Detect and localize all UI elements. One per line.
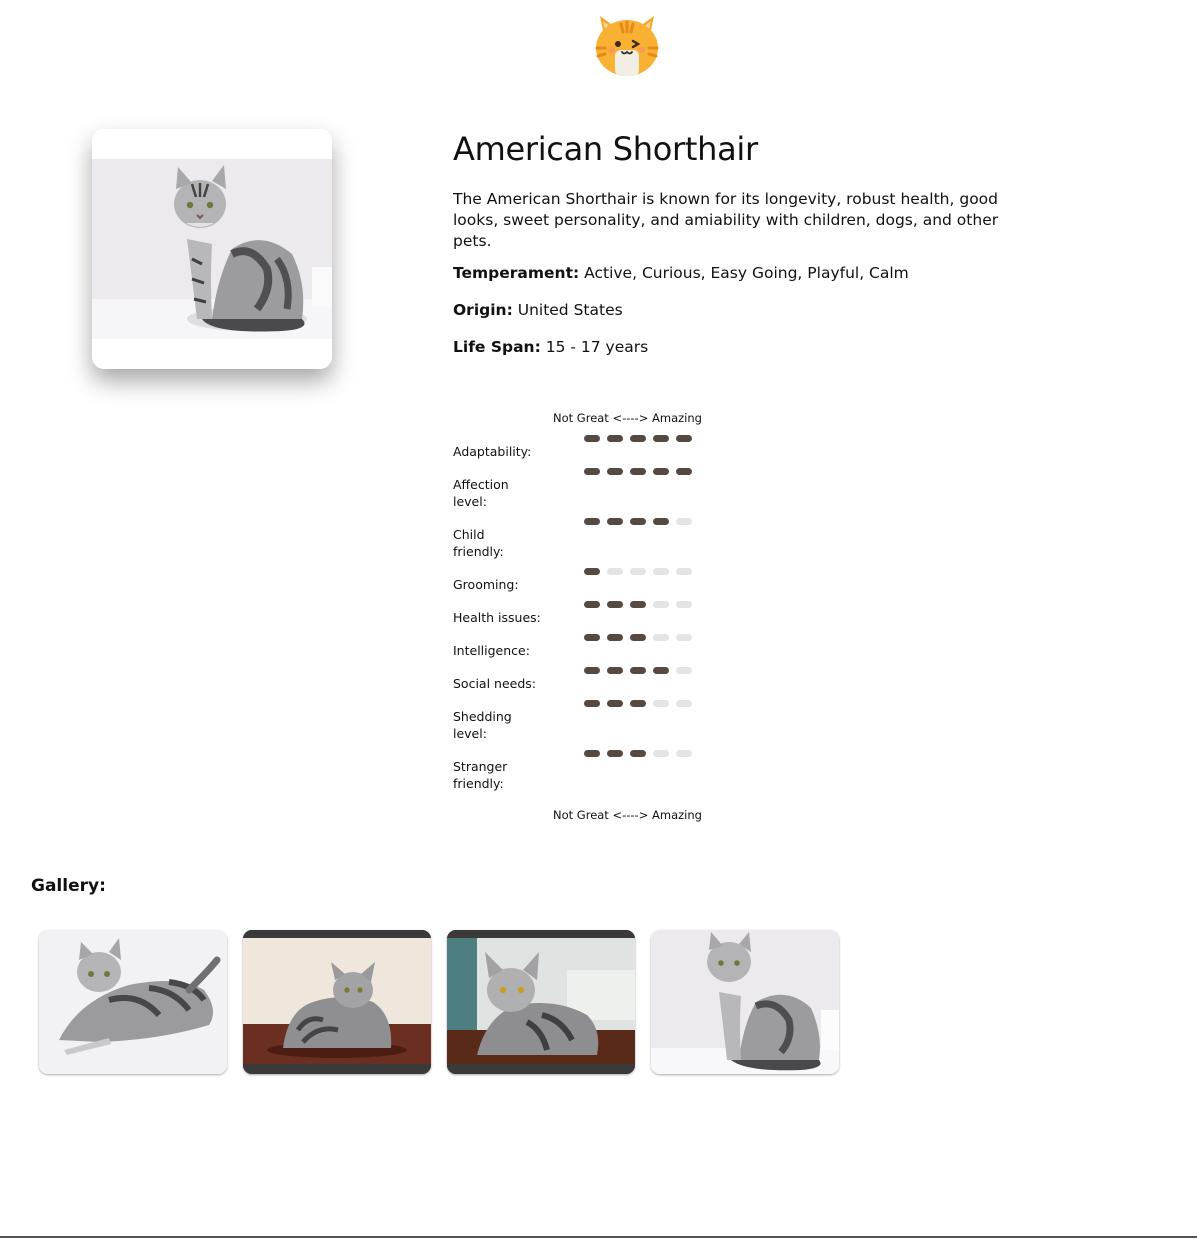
life-span-label: Life Span: [453, 338, 541, 356]
rating-bar [584, 518, 692, 526]
breed-photo [92, 159, 332, 339]
rating-pip-empty [607, 568, 623, 575]
rating-label: Affection level: [453, 477, 509, 509]
rating-pip-filled [584, 700, 600, 707]
gallery-heading: Gallery: [31, 876, 106, 896]
rating-pip-filled [607, 700, 623, 707]
rating-pip-empty [653, 634, 669, 641]
rating-pip-filled [584, 634, 600, 641]
rating-label: Child friendly: [453, 527, 504, 559]
rating-bar [584, 750, 692, 758]
origin-fact: Origin: United States [453, 301, 623, 319]
rating-pip-filled [607, 518, 623, 525]
rating-pip-filled [607, 634, 623, 641]
gallery-image-1[interactable] [39, 930, 227, 1074]
rating-pip-empty [653, 601, 669, 608]
rating-pip-filled [584, 468, 600, 475]
gallery-image-2[interactable] [243, 930, 431, 1074]
rating-bar [584, 568, 692, 576]
rating-pip-filled [630, 435, 646, 442]
life-span-fact: Life Span: 15 - 17 years [453, 338, 648, 356]
breed-photo-card [92, 129, 332, 369]
rating-label: Grooming: [453, 577, 519, 592]
rating-pip-filled [584, 518, 600, 525]
scale-legend-bottom: Not Great <----> Amazing [553, 808, 702, 822]
rating-pip-filled [676, 435, 692, 442]
rating-label: Social needs: [453, 676, 536, 691]
rating-pip-filled [584, 568, 600, 575]
rating-pip-filled [607, 667, 623, 674]
rating-pip-filled [607, 468, 623, 475]
rating-pip-empty [653, 750, 669, 757]
rating-pip-filled [584, 435, 600, 442]
rating-bar [584, 667, 692, 675]
temperament-value: Active, Curious, Easy Going, Playful, Ca… [584, 264, 909, 282]
rating-pip-filled [630, 700, 646, 707]
rating-pip-filled [607, 750, 623, 757]
rating-pip-filled [584, 601, 600, 608]
rating-pip-empty [676, 601, 692, 608]
scale-legend-top: Not Great <----> Amazing [553, 411, 702, 425]
rating-pip-filled [630, 667, 646, 674]
rating-label: Shedding level: [453, 709, 512, 741]
rating-pip-filled [607, 601, 623, 608]
rating-label: Health issues: [453, 610, 541, 625]
rating-bar [584, 700, 692, 708]
rating-bar [584, 435, 692, 443]
rating-pip-filled [630, 750, 646, 757]
temperament-fact: Temperament: Active, Curious, Easy Going… [453, 264, 909, 282]
rating-pip-filled [584, 750, 600, 757]
gallery-image-4[interactable] [651, 930, 839, 1074]
rating-pip-empty [676, 568, 692, 575]
rating-pip-empty [630, 568, 646, 575]
cat-logo-icon[interactable] [593, 10, 661, 78]
rating-pip-filled [630, 468, 646, 475]
origin-label: Origin: [453, 301, 513, 319]
rating-pip-filled [630, 634, 646, 641]
rating-pip-filled [653, 518, 669, 525]
rating-pip-empty [676, 634, 692, 641]
rating-pip-filled [584, 667, 600, 674]
rating-bar [584, 468, 692, 476]
gallery [39, 930, 839, 1074]
rating-pip-filled [653, 468, 669, 475]
rating-pip-filled [676, 468, 692, 475]
footer-divider [0, 1236, 1197, 1238]
gallery-image-3[interactable] [447, 930, 635, 1074]
rating-pip-filled [630, 601, 646, 608]
rating-pip-empty [676, 750, 692, 757]
rating-pip-empty [676, 667, 692, 674]
rating-label: Adaptability: [453, 444, 532, 459]
rating-label: Intelligence: [453, 643, 530, 658]
rating-pip-empty [653, 700, 669, 707]
breed-name-title: American Shorthair [453, 130, 758, 168]
rating-label: Stranger friendly: [453, 759, 508, 791]
rating-bar [584, 634, 692, 642]
life-span-value: 15 - 17 years [545, 338, 649, 356]
rating-pip-filled [653, 435, 669, 442]
rating-pip-empty [676, 518, 692, 525]
origin-value: United States [517, 301, 623, 319]
temperament-label: Temperament: [453, 264, 580, 282]
rating-pip-empty [676, 700, 692, 707]
rating-pip-filled [653, 667, 669, 674]
breed-description: The American Shorthair is known for its … [453, 190, 999, 250]
rating-pip-filled [630, 518, 646, 525]
rating-bar [584, 601, 692, 609]
rating-pip-filled [607, 435, 623, 442]
rating-pip-empty [653, 568, 669, 575]
